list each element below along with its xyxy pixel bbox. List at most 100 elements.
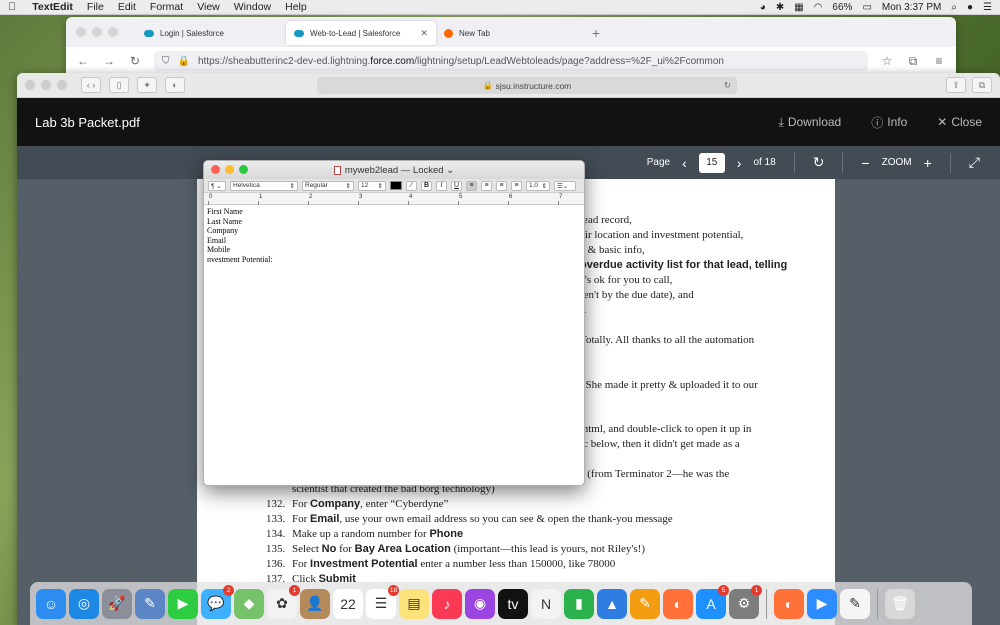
prev-page-icon[interactable]: ‹ <box>682 155 687 171</box>
creative-cloud-icon[interactable]: ◕ <box>760 2 766 13</box>
zoom-out-icon[interactable]: − <box>861 155 869 171</box>
dock-safari-icon[interactable]: ◎ <box>69 588 99 619</box>
align-left-icon[interactable]: ≡ <box>466 180 477 191</box>
dock-calendar-icon[interactable]: 22 <box>333 588 363 619</box>
forward-icon[interactable]: → <box>102 54 116 68</box>
back-icon[interactable]: ← <box>76 54 90 68</box>
underline-button[interactable]: U <box>451 180 462 191</box>
list-style-select[interactable]: ☰⌄ <box>554 180 576 191</box>
dock-keynote-icon[interactable]: ▲ <box>597 588 627 619</box>
chevron-down-icon[interactable]: ⌄ <box>444 165 454 176</box>
textedit-titlebar[interactable]: myweb2lead — Locked ⌄ <box>204 161 584 179</box>
dock-finder-icon[interactable]: ☺ <box>36 588 66 619</box>
dock-news-icon[interactable]: N <box>531 588 561 619</box>
info-button[interactable]: ⓘ Info <box>871 114 907 131</box>
menu-window[interactable]: Window <box>234 1 271 13</box>
dock-messages-icon[interactable]: 💬 2 <box>201 584 234 619</box>
dock-facetime-icon[interactable]: ▶ <box>168 588 198 619</box>
italic-button[interactable]: I <box>436 180 447 191</box>
text-color-well[interactable] <box>390 181 402 190</box>
next-page-icon[interactable]: › <box>737 155 742 171</box>
shield-icon[interactable]: ⛉ <box>162 56 170 67</box>
menu-file[interactable]: File <box>87 1 104 13</box>
dock-podcasts-icon[interactable]: ◉ <box>465 588 495 619</box>
menu-app-name[interactable]: TextEdit <box>32 1 73 13</box>
minimize-icon[interactable] <box>225 165 234 174</box>
close-button[interactable]: ✕ Close <box>937 114 982 131</box>
dock-numbers-icon[interactable]: ▮ <box>564 588 594 619</box>
dock-photos-icon[interactable]: ✿ 1 <box>267 584 300 619</box>
ruler[interactable]: 0 1 2 3 4 5 6 7 <box>204 193 584 205</box>
align-center-icon[interactable]: ≡ <box>481 180 492 191</box>
menu-edit[interactable]: Edit <box>118 1 136 13</box>
dock-zoom-icon[interactable]: ▶ <box>807 588 837 619</box>
new-tab-button[interactable]: + <box>586 21 606 45</box>
align-right-icon[interactable]: ≡ <box>496 180 507 191</box>
tab-login[interactable]: Login | Salesforce <box>136 21 286 45</box>
tab-new-tab[interactable]: New Tab <box>436 21 586 45</box>
page-number-input[interactable]: 15 <box>698 152 725 173</box>
minimize-icon[interactable] <box>92 27 102 37</box>
battery-icon[interactable]: ▭ <box>862 2 871 13</box>
bookmark-star-icon[interactable]: ☆ <box>880 54 894 68</box>
spotlight-icon[interactable]: ⌕ <box>951 2 957 13</box>
line-spacing-select[interactable]: 1.0 ⇕ <box>526 180 550 191</box>
share-icon[interactable]: ⇪ <box>946 77 966 93</box>
dock-contacts-icon[interactable]: 👤 <box>300 588 330 619</box>
extensions-icon[interactable]: ⧉ <box>906 54 920 69</box>
tab-web-to-lead[interactable]: Web-to-Lead | Salesforce ✕ <box>286 21 436 45</box>
close-tab-icon[interactable]: ✕ <box>420 28 428 39</box>
dock-trash-icon[interactable]: 🗑 <box>885 588 915 619</box>
dock-textedit-icon[interactable]: ✎ <box>840 588 870 619</box>
document-text-area[interactable]: First Name Last Name Company Email Mobil… <box>204 205 584 267</box>
font-style-select[interactable]: Regular ⇕ <box>302 180 354 191</box>
flag-icon[interactable]: ▦ <box>794 2 803 13</box>
bold-button[interactable]: B <box>421 180 432 191</box>
reload-icon[interactable]: ↻ <box>724 80 731 91</box>
dock-pages-icon[interactable]: ✎ <box>630 588 660 619</box>
rotate-icon[interactable]: ↻ <box>813 154 825 171</box>
fullscreen-icon[interactable]: ⤢ <box>969 154 980 171</box>
zoom-in-icon[interactable]: + <box>924 155 932 171</box>
document-title[interactable]: myweb2lead — Locked <box>345 165 444 176</box>
lock-icon[interactable]: 🔒 <box>178 56 190 67</box>
clock[interactable]: Mon 3:37 PM <box>882 2 941 13</box>
bluetooth-icon[interactable]: ✱ <box>776 2 784 13</box>
dock-system-preferences-icon[interactable]: ⚙ 1 <box>729 584 762 619</box>
minimize-icon[interactable] <box>41 80 51 90</box>
privacy-icon[interactable]: ◐ <box>165 77 185 93</box>
url-bar[interactable]: ⛉ 🔒 https://sheabutterinc2-dev-ed.lightn… <box>154 51 868 71</box>
font-family-select[interactable]: Helvetica ⇕ <box>230 180 298 191</box>
dock-maps-icon[interactable]: ◆ <box>234 588 264 619</box>
apple-icon[interactable]:  <box>8 1 16 13</box>
dock-preview-icon[interactable]: ✎ <box>135 588 165 619</box>
user-icon[interactable]: ● <box>967 2 973 13</box>
dock-firefox-2-icon[interactable]: ◐ <box>774 588 804 619</box>
control-center-icon[interactable]: ☰ <box>983 2 992 13</box>
extension-icon[interactable]: ✦ <box>137 77 157 93</box>
highlight-color-icon[interactable]: ⁄ <box>406 180 417 191</box>
menu-help[interactable]: Help <box>285 1 307 13</box>
font-size-select[interactable]: 12 ⇕ <box>358 180 386 191</box>
close-icon[interactable] <box>211 165 220 174</box>
menu-view[interactable]: View <box>197 1 220 13</box>
battery-percent[interactable]: 66% <box>832 2 852 13</box>
wifi-icon[interactable]: ◠ <box>814 2 823 13</box>
zoom-icon[interactable] <box>108 27 118 37</box>
reload-icon[interactable]: ↻ <box>128 54 142 68</box>
dock-music-icon[interactable]: ♪ <box>432 588 462 619</box>
menu-format[interactable]: Format <box>150 1 183 13</box>
zoom-icon[interactable] <box>239 165 248 174</box>
dock-app-store-icon[interactable]: A5 <box>696 584 729 619</box>
address-bar[interactable]: 🔒 sjsu.instructure.com ↻ <box>317 77 737 94</box>
justify-icon[interactable]: ≡ <box>511 180 522 191</box>
dock-firefox-icon[interactable]: ◐ <box>663 588 693 619</box>
close-icon[interactable] <box>76 27 86 37</box>
dock-tv-icon[interactable]: tv <box>498 588 528 619</box>
close-icon[interactable] <box>25 80 35 90</box>
dock-reminders-icon[interactable]: ☰ 18 <box>366 584 399 619</box>
paragraph-style-select[interactable]: ¶ ⌄ <box>208 180 226 191</box>
dock-launchpad-icon[interactable]: 🚀 <box>102 588 132 619</box>
menu-icon[interactable]: ≡ <box>932 54 946 68</box>
back-forward-button[interactable]: ‹ › <box>81 77 101 93</box>
